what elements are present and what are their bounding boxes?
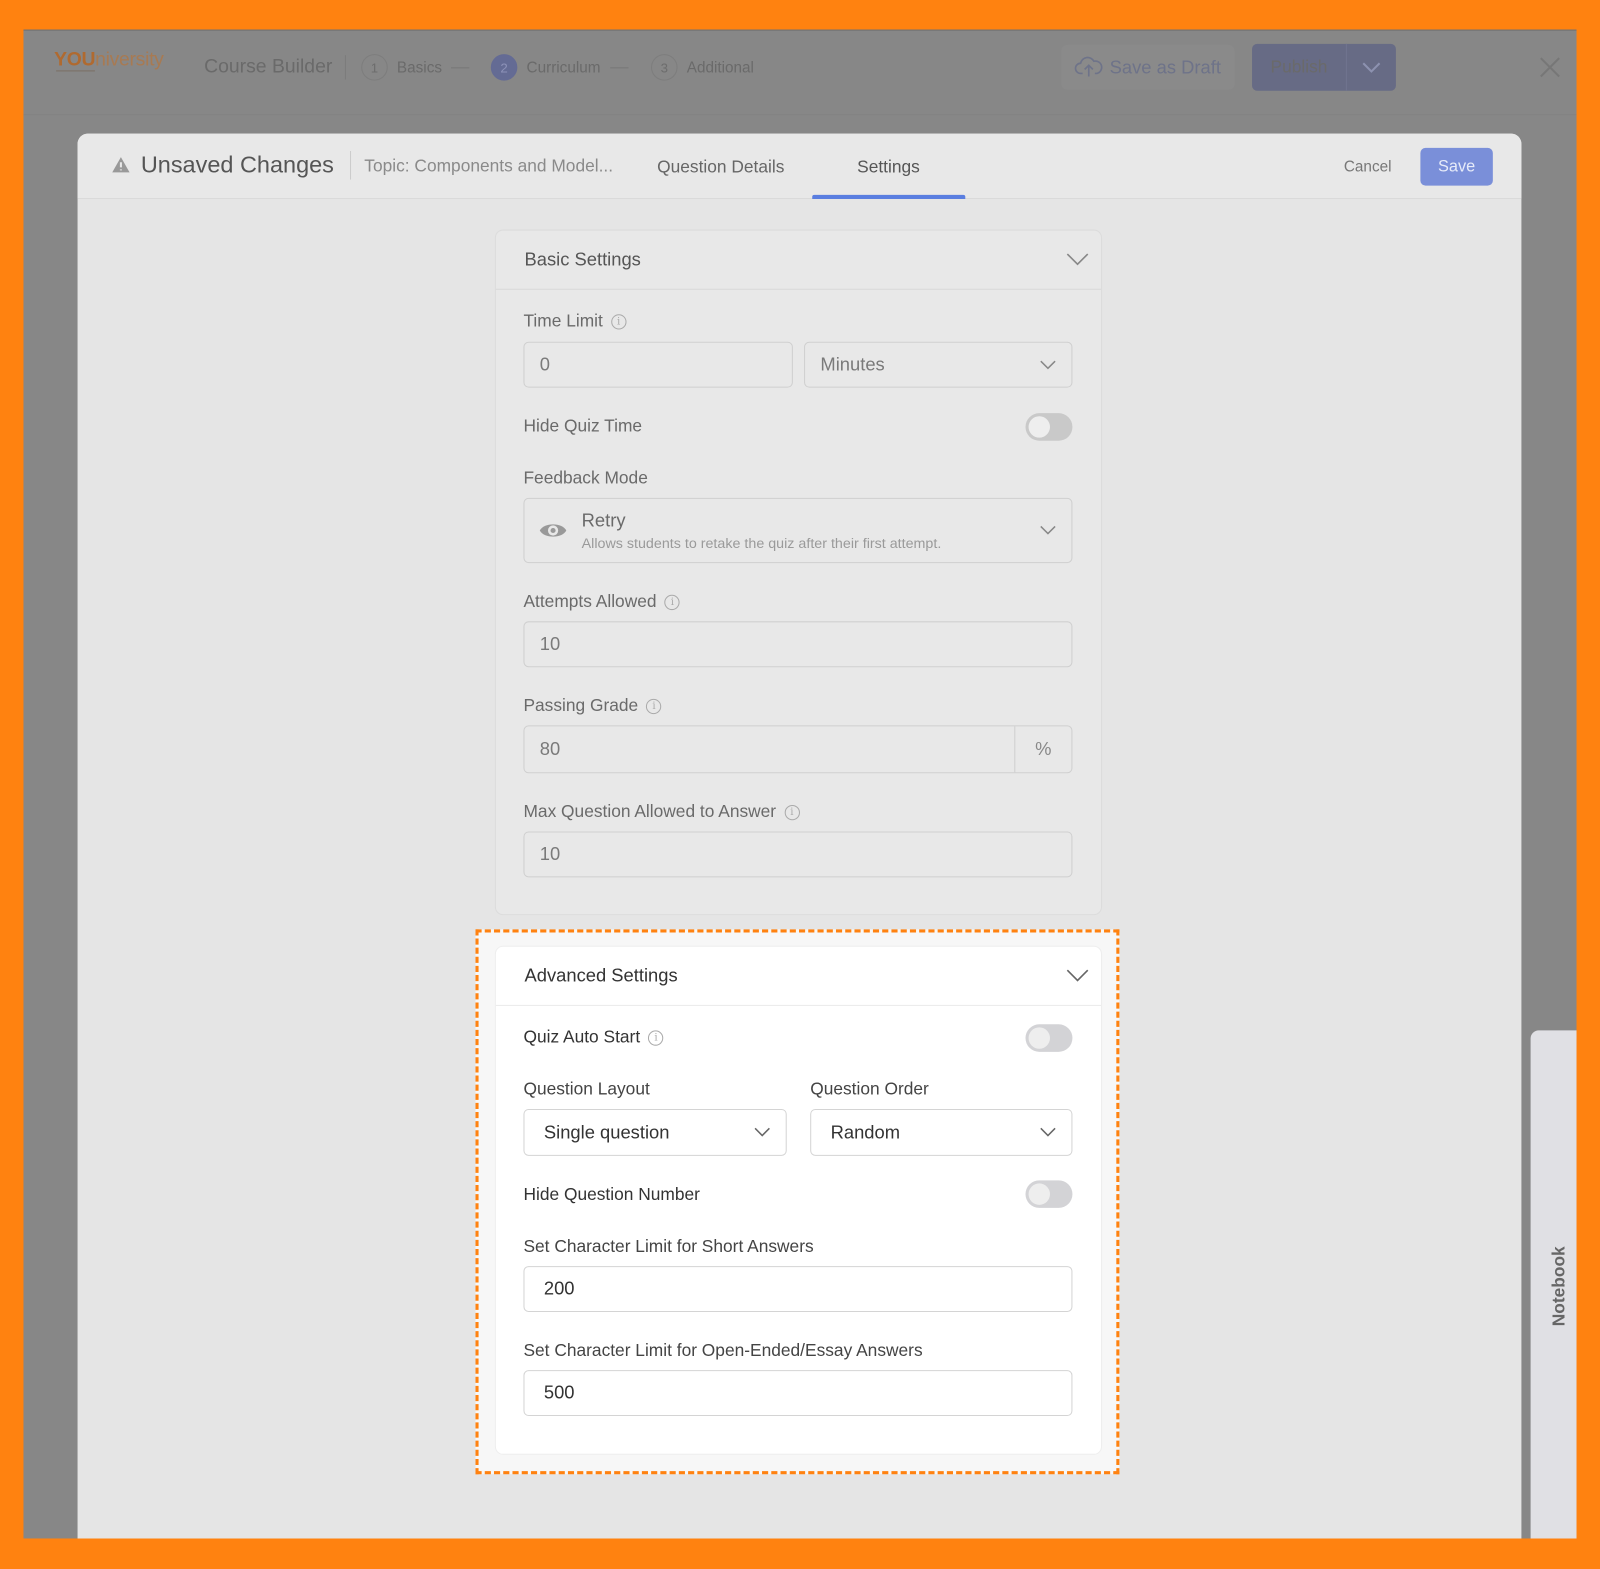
hide-quiz-time-label: Hide Quiz Time: [523, 416, 643, 436]
step-label: Additional: [686, 58, 754, 77]
question-order-select[interactable]: Random: [810, 1108, 1073, 1156]
chevron-down-icon[interactable]: [1347, 61, 1396, 73]
warning-icon: [112, 157, 130, 173]
step-number: 3: [651, 54, 678, 81]
tab-settings[interactable]: Settings: [857, 157, 920, 177]
topbar-divider: [23, 114, 1577, 116]
app-title: Course Builder: [204, 56, 333, 78]
chevron-down-icon: [1040, 360, 1056, 369]
time-limit-label: Time Limit i: [523, 311, 627, 331]
chevron-down-icon: [1040, 525, 1056, 535]
info-icon[interactable]: i: [664, 594, 681, 610]
time-unit-select[interactable]: Minutes: [804, 341, 1073, 388]
feedback-mode-value: Retry: [581, 510, 626, 531]
divider: [349, 150, 352, 180]
divider: [344, 55, 346, 80]
step-label: Basics: [396, 58, 443, 77]
chevron-down-icon: [1040, 1127, 1056, 1137]
max-question-input[interactable]: 10: [523, 831, 1073, 878]
save-as-draft-button[interactable]: Save as Draft: [1061, 44, 1235, 90]
step-connector: [609, 66, 629, 68]
section-title: Basic Settings: [524, 248, 641, 270]
feedback-mode-label: Feedback Mode: [523, 468, 648, 488]
logo-underline: [56, 70, 95, 73]
quiz-auto-start-toggle[interactable]: [1025, 1024, 1073, 1052]
chevron-down-icon: [1066, 969, 1089, 982]
publish-button[interactable]: Publish: [1252, 43, 1396, 91]
cloud-upload-icon: [1075, 56, 1103, 77]
passing-grade-label: Passing Grade i: [523, 696, 662, 716]
essay-answer-limit-label: Set Character Limit for Open-Ended/Essay…: [523, 1340, 923, 1360]
info-icon[interactable]: i: [784, 804, 800, 820]
hide-quiz-time-toggle[interactable]: [1025, 413, 1073, 441]
save-button[interactable]: Save: [1420, 147, 1493, 186]
section-title: Advanced Settings: [524, 965, 678, 986]
step-basics[interactable]: 1 Basics: [361, 54, 470, 81]
notebook-label: Notebook: [1548, 1246, 1569, 1327]
short-answer-limit-label: Set Character Limit for Short Answers: [523, 1236, 814, 1256]
step-number: 1: [361, 54, 388, 81]
save-as-draft-label: Save as Draft: [1109, 56, 1221, 78]
max-question-label: Max Question Allowed to Answer i: [523, 802, 800, 822]
hide-question-number-label: Hide Question Number: [523, 1184, 700, 1204]
status-text: Unsaved Changes: [140, 150, 334, 178]
tab-question-details[interactable]: Question Details: [657, 157, 784, 177]
info-icon[interactable]: i: [646, 698, 662, 714]
close-icon[interactable]: [1539, 56, 1561, 84]
percent-suffix: %: [1014, 726, 1071, 773]
step-additional[interactable]: 3 Additional: [651, 54, 754, 81]
short-answer-limit-input[interactable]: 200: [523, 1266, 1073, 1312]
feedback-mode-description: Allows students to retake the quiz after…: [581, 534, 942, 551]
feedback-mode-select[interactable]: Retry Allows students to retake the quiz …: [523, 497, 1073, 564]
eye-icon: [539, 524, 567, 537]
question-layout-label: Question Layout: [523, 1079, 650, 1099]
advanced-settings-header[interactable]: Advanced Settings: [495, 947, 1102, 1006]
chevron-down-icon: [1066, 253, 1089, 266]
quiz-auto-start-label: Quiz Auto Start i: [523, 1027, 664, 1047]
question-layout-select[interactable]: Single question: [523, 1108, 787, 1156]
chevron-down-icon: [754, 1127, 770, 1137]
unsaved-changes-indicator: Unsaved Changes: [111, 151, 334, 179]
step-connector: [451, 66, 470, 68]
topic-breadcrumb: Topic: Components and Model...: [364, 156, 614, 176]
step-number: 2: [490, 54, 518, 81]
logo: YOUniversity: [54, 48, 164, 71]
step-label: Curriculum: [526, 58, 601, 77]
question-order-label: Question Order: [810, 1079, 929, 1099]
info-icon[interactable]: i: [648, 1029, 664, 1046]
basic-settings-header[interactable]: Basic Settings: [495, 231, 1102, 290]
publish-label: Publish: [1252, 43, 1347, 91]
essay-answer-limit-input[interactable]: 500: [523, 1370, 1073, 1417]
passing-grade-input[interactable]: 80%: [523, 725, 1073, 774]
active-tab-indicator: [812, 194, 966, 199]
info-icon[interactable]: i: [610, 313, 627, 330]
attempts-allowed-label: Attempts Allowed i: [523, 592, 681, 612]
step-curriculum[interactable]: 2 Curriculum: [490, 54, 629, 81]
hide-question-number-toggle[interactable]: [1025, 1180, 1073, 1208]
cancel-button[interactable]: Cancel: [1344, 158, 1392, 175]
attempts-allowed-input[interactable]: 10: [523, 621, 1073, 668]
time-limit-input[interactable]: 0: [523, 341, 793, 388]
